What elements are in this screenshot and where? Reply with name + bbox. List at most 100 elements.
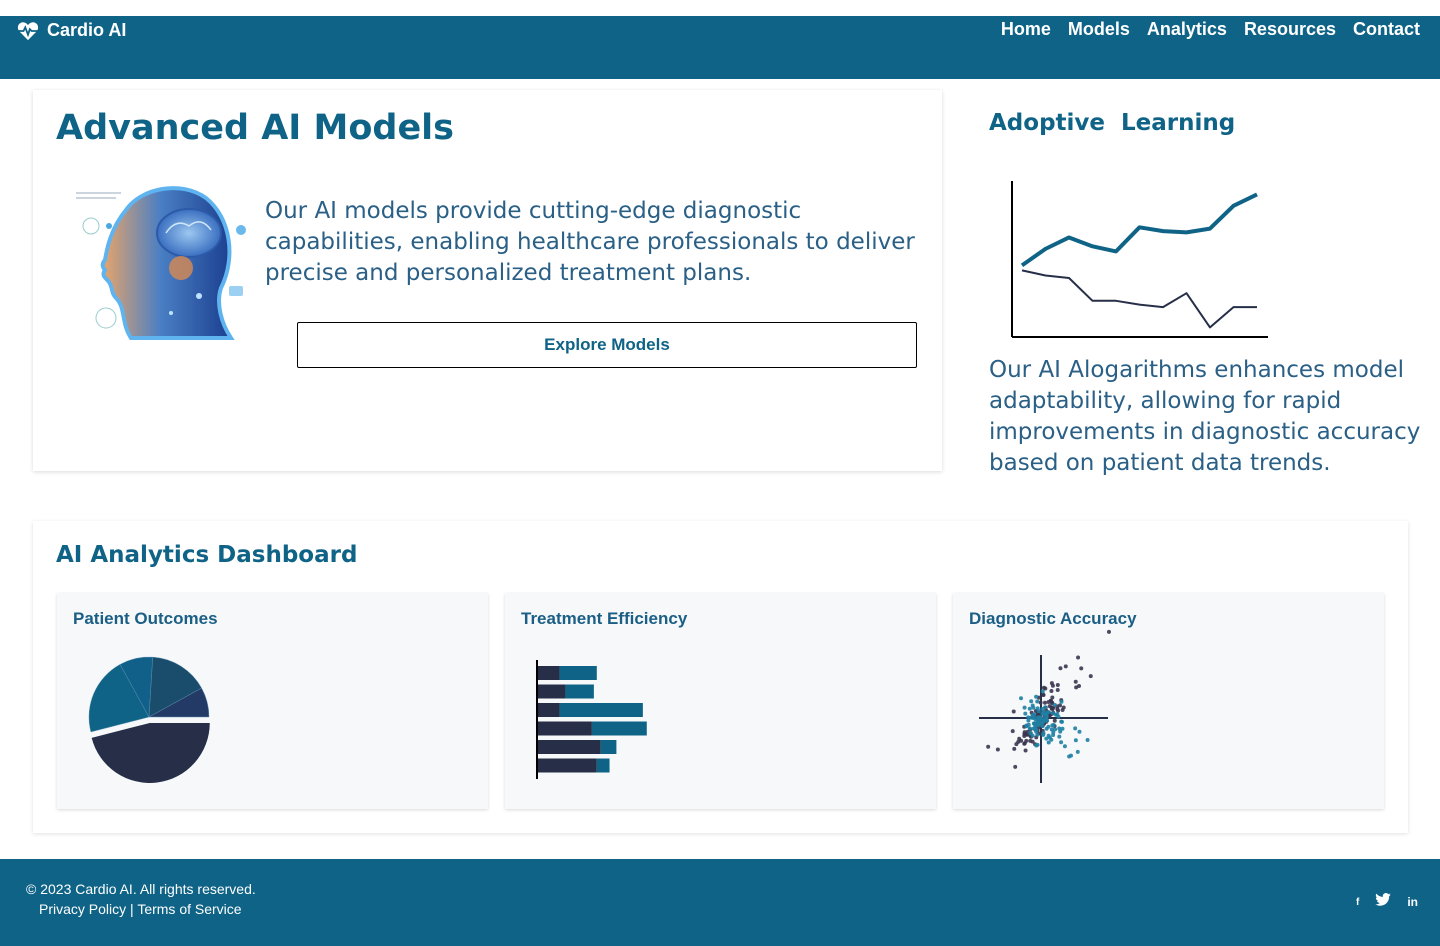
footer-separator: | — [126, 901, 138, 917]
adaptive-title: Adoptive Learning — [989, 110, 1236, 136]
scatter-point-group-a — [1061, 705, 1066, 710]
scatter-point-group-b — [1075, 749, 1080, 754]
brand-logo[interactable]: Cardio AI — [17, 20, 126, 41]
nav-models[interactable]: Models — [1068, 19, 1130, 40]
scatter-point-group-b — [1040, 706, 1045, 711]
bar-base-2 — [538, 684, 566, 699]
scatter-point-group-b — [1057, 734, 1062, 739]
scatter-point-group-b — [1046, 724, 1051, 729]
navbar: Cardio AI Home Models Analytics Resource… — [0, 16, 1440, 79]
scatter-point-group-b — [1056, 714, 1061, 719]
scatter-point-group-b — [1027, 726, 1032, 731]
scatter-point-group-b — [1037, 715, 1042, 720]
bar-extra-6 — [596, 758, 610, 773]
diagnostic-accuracy-panel: Diagnostic Accuracy — [953, 593, 1384, 809]
twitter-icon[interactable] — [1375, 893, 1392, 911]
scatter-point-group-b — [1041, 731, 1046, 736]
scatter-point-group-b — [1035, 732, 1040, 737]
scatter-point-group-b — [1043, 712, 1048, 717]
facebook-icon[interactable]: f — [1356, 897, 1359, 908]
nav-analytics[interactable]: Analytics — [1147, 19, 1227, 40]
patient-outcomes-panel: Patient Outcomes — [57, 593, 488, 809]
line-series-improving — [1020, 192, 1258, 267]
scatter-point-group-a — [995, 747, 1000, 752]
scatter-point-group-b — [1059, 699, 1064, 704]
privacy-policy-link[interactable]: Privacy Policy — [39, 901, 126, 917]
scatter-point-group-b — [1026, 718, 1031, 723]
bar-base-5 — [538, 740, 601, 754]
scatter-point-group-a — [1055, 687, 1060, 692]
scatter-point-group-a — [1055, 682, 1060, 687]
scatter-point-group-b — [1050, 711, 1055, 716]
footer-links: Privacy Policy | Terms of Service — [39, 901, 242, 917]
dashboard-title: AI Analytics Dashboard — [56, 542, 358, 568]
scatter-point-group-b — [1034, 727, 1039, 732]
adaptive-line-chart — [1011, 181, 1268, 338]
scatter-point-group-b — [1073, 726, 1078, 731]
scatter-point-group-b — [1026, 722, 1031, 727]
scatter-point-group-a — [1076, 655, 1081, 660]
line-series-declining — [1021, 269, 1257, 329]
scatter-point-group-b — [1022, 705, 1027, 710]
scatter-point-group-b — [1062, 744, 1067, 749]
explore-models-button[interactable]: Explore Models — [297, 322, 917, 368]
analytics-dashboard: AI Analytics Dashboard Patient Outcomes … — [33, 521, 1408, 833]
diagnostic-accuracy-scatter-chart — [979, 629, 1111, 783]
scatter-point-group-b — [1052, 703, 1057, 708]
scatter-point-group-b — [1027, 706, 1032, 711]
models-description: Our AI models provide cutting-edge diagn… — [265, 198, 915, 286]
scatter-point-group-a — [1014, 742, 1019, 747]
scatter-point-group-b — [1023, 711, 1028, 716]
pie-slice-A — [91, 722, 210, 783]
scatter-point-group-b — [1085, 738, 1090, 743]
bar-base-3 — [538, 703, 560, 717]
bar-extra-4 — [591, 721, 647, 736]
scatter-point-group-a — [1013, 764, 1018, 769]
scatter-point-group-a — [1052, 718, 1057, 723]
scatter-point-group-b — [1067, 754, 1072, 759]
scatter-point-group-b — [1029, 699, 1034, 704]
treatment-efficiency-panel: Treatment Efficiency — [505, 593, 936, 809]
scatter-point-group-b — [1040, 689, 1045, 694]
ai-head-illustration — [76, 186, 246, 340]
scatter-point-group-a — [1050, 683, 1055, 688]
nav-home[interactable]: Home — [1001, 19, 1051, 40]
scatter-point-group-b — [1034, 694, 1039, 699]
scatter-point-group-a — [986, 744, 991, 749]
scatter-point-group-b — [1030, 733, 1035, 738]
scatter-point-group-b — [1058, 729, 1063, 734]
treatment-efficiency-bar-chart — [536, 660, 647, 779]
linkedin-icon[interactable]: in — [1407, 895, 1418, 909]
scatter-point-group-b — [1019, 696, 1024, 701]
scatter-point-group-a — [1019, 738, 1024, 743]
bar-extra-5 — [600, 740, 617, 754]
bar-base-6 — [538, 758, 597, 773]
scatter-point-group-b — [1035, 699, 1040, 704]
adaptive-description: Our AI Alogarithms enhances model adapta… — [989, 357, 1421, 476]
scatter-point-group-b — [1031, 705, 1036, 710]
bar-base-4 — [538, 721, 592, 736]
models-title: Advanced AI Models — [56, 108, 455, 148]
heart-pulse-icon — [17, 21, 39, 40]
scatter-point-group-b — [1073, 738, 1078, 743]
scatter-point-group-a — [1011, 709, 1016, 714]
scatter-point-group-a — [1023, 748, 1028, 753]
scatter-point-group-a — [1049, 689, 1054, 694]
terms-of-service-link[interactable]: Terms of Service — [137, 901, 241, 917]
nav-contact[interactable]: Contact — [1353, 19, 1420, 40]
bar-extra-2 — [565, 684, 594, 699]
scatter-point-group-b — [1029, 715, 1034, 720]
main-nav: Home Models Analytics Resources Contact — [984, 19, 1420, 40]
nav-resources[interactable]: Resources — [1244, 19, 1336, 40]
bar-extra-3 — [559, 703, 643, 717]
scatter-point-group-a — [1073, 679, 1078, 684]
social-links: f in — [1340, 893, 1418, 911]
scatter-point-group-a — [1042, 700, 1047, 705]
scatter-point-group-b — [1031, 721, 1036, 726]
scatter-point-group-a — [1012, 746, 1017, 751]
scatter-point-group-a — [1106, 629, 1111, 634]
scatter-point-group-a — [1030, 739, 1035, 744]
scatter-point-group-b — [1046, 733, 1051, 738]
scatter-point-group-a — [1010, 729, 1015, 734]
scatter-point-group-b — [1059, 719, 1064, 724]
